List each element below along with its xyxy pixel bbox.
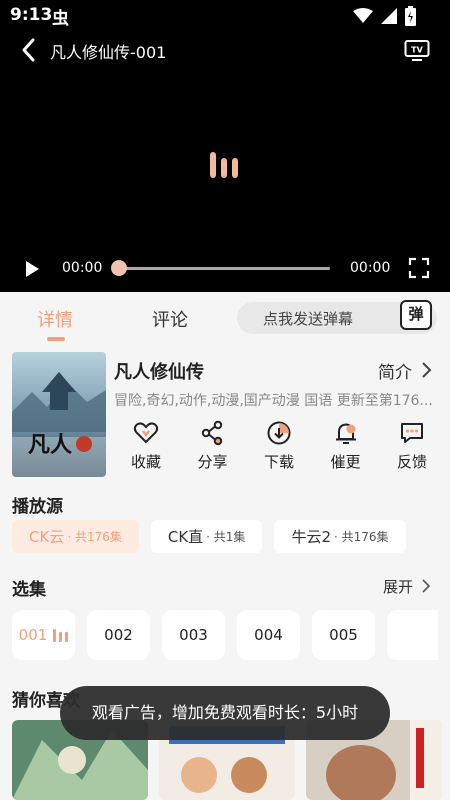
source-ck-direct[interactable]: CK直 · 共1集 [150,520,263,553]
svg-text:TV: TV [411,46,423,55]
current-time: 00:00 [62,260,103,276]
progress-track[interactable] [118,267,330,270]
share-label: 分享 [197,453,228,471]
download-label: 下载 [263,453,294,471]
download-icon [267,421,291,445]
tv-cast-icon[interactable]: TV [404,38,430,62]
tab-indicator [47,337,65,341]
show-poster[interactable]: 凡人 [12,352,106,477]
source-niu-cloud[interactable]: 牛云2 · 共176集 [274,520,406,553]
share-button[interactable]: 分享 [185,420,241,480]
status-bar: 9:13 虫 [0,0,450,30]
video-title: 凡人修仙传-001 [50,43,167,62]
loading-indicator [210,152,238,178]
episode-list: 001 002 003 004 005 [12,610,438,660]
tab-detail[interactable]: 详情 [37,306,73,332]
wifi-icon [353,8,373,23]
playing-bars-icon [53,628,69,642]
back-arrow-icon[interactable] [18,37,40,63]
sources-title: 播放源 [12,497,63,517]
danmu-button[interactable]: 弹 [400,300,432,330]
episode-item[interactable]: 001 [12,610,75,660]
bell-icon [335,423,356,444]
intro-link[interactable]: 简介 [378,358,412,383]
favorite-button[interactable]: 收藏 [118,420,174,480]
favorite-label: 收藏 [130,453,161,471]
progress-knob[interactable] [111,260,127,276]
play-icon[interactable] [24,260,40,278]
feedback-label: 反馈 [396,453,427,471]
chevron-right-icon[interactable] [420,361,432,379]
battery-icon [405,6,416,26]
video-player[interactable]: 9:13 虫 凡人修仙传-001 TV 00:00 00:00 [0,0,450,292]
source-list: CK云 · 共176集 CK直 · 共1集 牛云2 · 共176集 [12,520,406,554]
show-title: 凡人修仙传 [114,362,204,383]
episode-item[interactable]: 003 [162,610,225,660]
fullscreen-icon[interactable] [408,257,430,279]
share-icon [201,420,222,446]
tab-comment[interactable]: 评论 [152,306,188,332]
status-time: 9:13 [10,5,53,25]
tab-bar: 详情 评论 点我发送弹幕 [0,292,450,342]
source-ck-cloud[interactable]: CK云 · 共176集 [12,520,139,553]
episodes-title: 选集 [12,580,46,600]
episode-item[interactable]: 002 [87,610,150,660]
urge-update-button[interactable]: 催更 [318,420,374,480]
show-meta: 冒险,奇幻,动作,动漫,国产动漫 国语 更新至第176... [114,393,433,409]
debug-icon: 虫 [52,9,69,29]
signal-icon [381,8,397,24]
heart-icon [133,422,159,444]
expand-link[interactable]: 展开 [383,576,413,597]
episode-item[interactable]: 005 [312,610,375,660]
feedback-icon [401,423,423,443]
download-button[interactable]: 下载 [251,420,307,480]
poster-title-text: 凡人 [28,432,72,458]
action-row: 收藏 分享 下载 催更 反馈 [118,420,440,480]
total-time: 00:00 [350,260,391,276]
urge-update-label: 催更 [330,453,361,471]
chevron-right-icon[interactable] [421,578,431,594]
feedback-button[interactable]: 反馈 [384,420,440,480]
player-controls: 00:00 00:00 [0,255,450,283]
episode-item[interactable] [387,610,438,660]
danmu-placeholder: 点我发送弹幕 [263,310,354,328]
ad-toast: 观看广告，增加免费观看时长：5小时 [60,686,390,740]
episode-item[interactable]: 004 [237,610,300,660]
